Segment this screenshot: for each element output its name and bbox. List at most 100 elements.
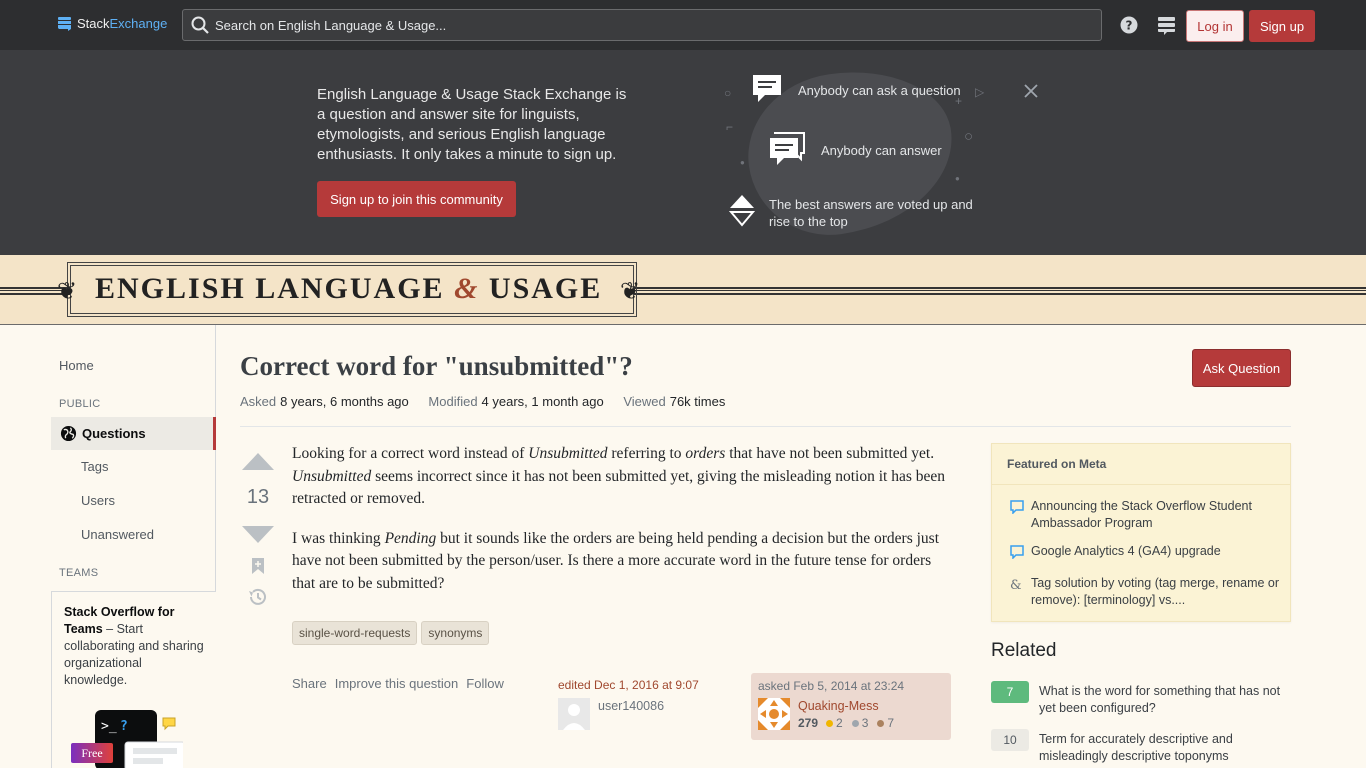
deco-corner-icon: ⌐ (726, 120, 734, 134)
nav-questions-label: Questions (82, 426, 146, 441)
top-bar: StackExchange ? Log in Sign up (0, 0, 1366, 50)
improve-link[interactable]: Improve this question (335, 676, 459, 691)
hero-feature-vote: The best answers are voted up and rise t… (769, 197, 973, 229)
question-circle-icon[interactable]: ? (1119, 15, 1139, 35)
free-badge: Free (71, 743, 113, 763)
featured-item[interactable]: & Tag solution by voting (tag merge, ren… (1010, 575, 1280, 609)
deco-triangle-icon: ▷ (975, 85, 985, 99)
downvote-arrow-icon[interactable] (242, 526, 274, 544)
share-link[interactable]: Share (292, 676, 327, 691)
login-button[interactable]: Log in (1186, 10, 1244, 42)
featured-item[interactable]: Google Analytics 4 (GA4) upgrade (1010, 543, 1280, 560)
banner-ornament-right-icon: ❦ (620, 277, 641, 305)
question-title[interactable]: Correct word for "unsubmitted"? (240, 351, 633, 382)
signup-button[interactable]: Sign up (1249, 10, 1315, 42)
search-input[interactable] (215, 10, 1075, 40)
site-title-part1: ENGLISH LANGUAGE (95, 272, 445, 305)
site-banner: ❦ ❦ ENGLISH LANGUAGE & USAGE (0, 255, 1366, 325)
nav-questions[interactable]: Questions (51, 417, 216, 450)
modified-value[interactable]: 4 years, 1 month ago (482, 394, 604, 409)
question-paragraph: Looking for a correct word instead of Un… (292, 445, 946, 507)
meta-site-icon: & (1010, 578, 1022, 591)
stackexchange-logo[interactable]: Stack Exchange (58, 16, 167, 31)
globe-icon (60, 425, 77, 442)
related-item[interactable]: 7 What is the word for something that ha… (991, 681, 1291, 717)
featured-on-meta: Featured on Meta Announcing the Stack Ov… (991, 443, 1291, 622)
featured-item[interactable]: Announcing the Stack Overflow Student Am… (1010, 498, 1280, 532)
editor-avatar[interactable] (558, 698, 590, 730)
join-community-button[interactable]: Sign up to join this community (317, 181, 516, 217)
follow-link[interactable]: Follow (466, 676, 504, 691)
gold-badge-icon (826, 719, 834, 727)
search-box (182, 9, 1102, 41)
close-icon[interactable] (1022, 82, 1040, 100)
site-switcher-icon[interactable] (1157, 15, 1177, 35)
meta-post-icon (1010, 500, 1024, 514)
asker-card: asked Feb 5, 2014 at 23:24 Quaking-Mess … (751, 673, 951, 740)
editor-name[interactable]: user140086 (598, 699, 664, 713)
related-link[interactable]: Term for accurately descriptive and misl… (1039, 729, 1291, 765)
site-title-amp: & (454, 272, 480, 305)
stackexchange-logo-icon (58, 16, 71, 31)
featured-heading: Featured on Meta (992, 444, 1290, 485)
vote-arrows-icon (729, 195, 755, 227)
asked-label: Asked (240, 394, 277, 409)
question-meta: Asked 8 years, 6 months ago Modified 4 yea… (240, 394, 741, 409)
modified-label: Modified (428, 394, 478, 409)
nav-tags[interactable]: Tags (81, 459, 108, 474)
asker-name[interactable]: Quaking-Mess (798, 699, 879, 713)
bronze-badge-icon (877, 719, 885, 727)
svg-text:&: & (1010, 578, 1022, 591)
answer-icon (770, 132, 805, 165)
ask-question-button[interactable]: Ask Question (1192, 349, 1291, 387)
silver-badge-icon (851, 719, 859, 727)
deco-dot-icon: ● (955, 174, 960, 183)
asked-value: 8 years, 6 months ago (280, 394, 409, 409)
nav-unanswered[interactable]: Unanswered (81, 527, 154, 542)
nav-home[interactable]: Home (59, 358, 94, 373)
history-icon[interactable] (248, 587, 268, 607)
site-title-part2: USAGE (488, 272, 603, 305)
signup-hero: English Language & Usage Stack Exchange … (0, 50, 1366, 255)
hero-feature-ask: Anybody can ask a question (798, 83, 961, 98)
related-item[interactable]: 10 Term for accurately descriptive and m… (991, 729, 1291, 765)
svg-text:?: ? (1126, 19, 1133, 33)
viewed-value: 76k times (669, 394, 726, 409)
question-tags: single-word-requests synonyms (292, 621, 490, 645)
search-icon (191, 16, 209, 34)
site-title[interactable]: ENGLISH LANGUAGE & USAGE (95, 272, 602, 306)
edited-link[interactable]: edited Dec 1, 2016 at 9:07 (558, 678, 699, 692)
vote-count: 13 (246, 486, 270, 508)
nav-section-teams: TEAMS (59, 567, 99, 579)
nav-section-public: PUBLIC (59, 398, 101, 410)
deco-circle-icon: ○ (964, 128, 974, 145)
hero-description: English Language & Usage Stack Exchange … (317, 86, 627, 163)
silver-badge-count: 3 (861, 716, 869, 730)
upvote-arrow-icon[interactable] (242, 452, 274, 470)
logo-text-stack: Stack (77, 16, 110, 31)
tag-single-word-requests[interactable]: single-word-requests (292, 621, 418, 645)
related-score: 10 (991, 729, 1029, 751)
question-body: Looking for a correct word instead of Un… (292, 443, 957, 612)
related-link[interactable]: What is the word for something that has … (1039, 681, 1291, 717)
header-divider (240, 426, 1291, 427)
related-score-answered: 7 (991, 681, 1029, 703)
nav-users[interactable]: Users (81, 493, 115, 508)
bookmark-icon[interactable] (251, 558, 265, 574)
bronze-badge-count: 7 (887, 716, 895, 730)
logo-text-exchange: Exchange (109, 16, 168, 31)
viewed-label: Viewed (623, 394, 666, 409)
svg-text:>_: >_ (101, 719, 117, 734)
tag-synonyms[interactable]: synonyms (421, 621, 490, 645)
banner-ornament-left-icon: ❦ (57, 277, 78, 305)
ask-question-icon (753, 75, 781, 102)
meta-post-icon (1010, 545, 1024, 559)
gold-badge-count: 2 (836, 716, 843, 730)
hero-feature-answer: Anybody can answer (821, 143, 942, 158)
related-heading: Related (991, 640, 1057, 661)
deco-circle-icon: ○ (724, 86, 732, 100)
asker-avatar[interactable] (758, 698, 790, 730)
left-sidebar: Home PUBLIC Questions Tags Users Unanswe… (0, 325, 216, 768)
deco-dot-icon: ● (740, 158, 745, 167)
asker-stats: 279 2 3 7 (798, 716, 894, 730)
